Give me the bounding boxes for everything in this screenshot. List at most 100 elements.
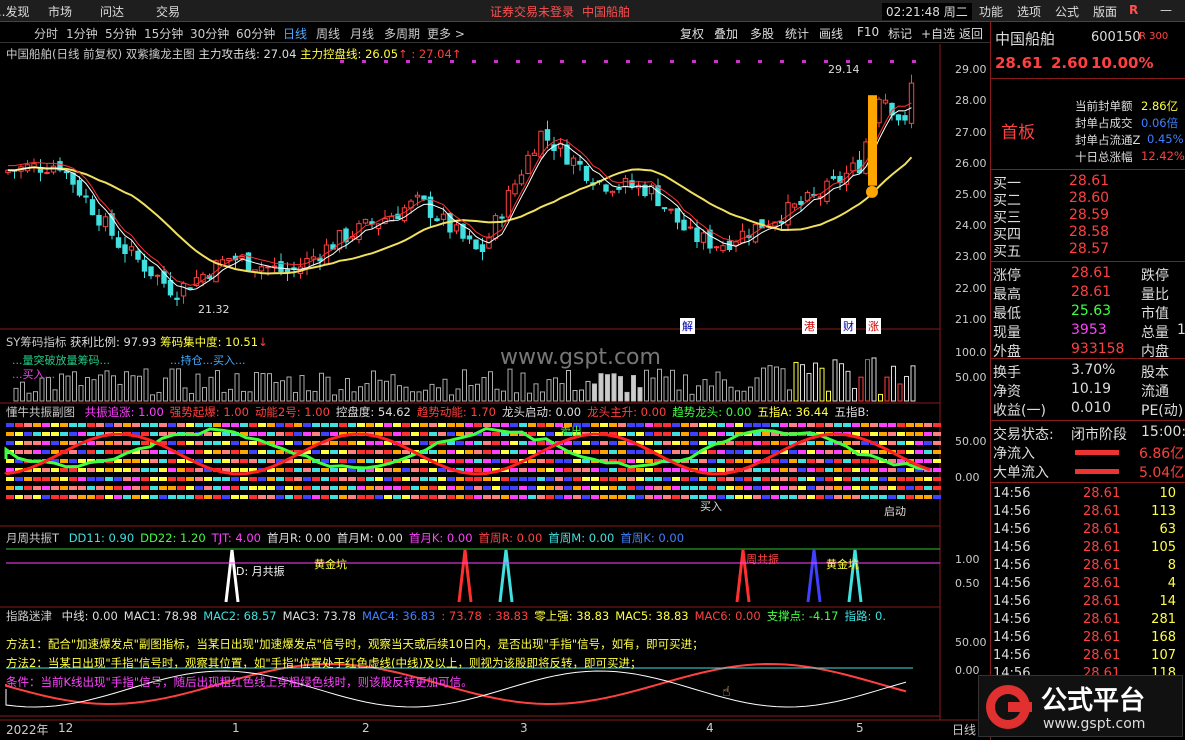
- band-cell: [834, 486, 842, 490]
- band-cell: [906, 468, 914, 472]
- band-cell: [141, 477, 149, 481]
- period-month[interactable]: 月线: [350, 25, 374, 42]
- btn-tongji[interactable]: 统计: [785, 25, 809, 42]
- band-cell: [429, 495, 437, 499]
- tick-volume: 168: [1151, 630, 1176, 645]
- marker-gang[interactable]: 港: [802, 318, 817, 334]
- candle-body: [700, 232, 707, 243]
- band-cell: [807, 468, 815, 472]
- band-cell: [231, 468, 239, 472]
- band-cell: [465, 441, 473, 445]
- period-15min[interactable]: 15分钟: [144, 25, 183, 42]
- candle-body: [421, 195, 427, 200]
- btn-zixuan[interactable]: +自选: [921, 25, 955, 42]
- period-multi[interactable]: 多周期: [384, 25, 420, 42]
- band-cell: [357, 423, 365, 427]
- band-cell: [456, 441, 464, 445]
- btn-duogu[interactable]: 多股: [750, 25, 774, 42]
- indicator-name[interactable]: 双紫擒龙主图: [126, 47, 195, 61]
- band-cell: [852, 441, 860, 445]
- band-cell: [681, 432, 689, 436]
- stat-value: 28.61: [1071, 284, 1112, 300]
- band-cell: [771, 423, 779, 427]
- band-cell: [528, 450, 536, 454]
- marker-cai[interactable]: 财: [841, 318, 856, 334]
- x-month: 3: [520, 721, 528, 735]
- candle-body: [577, 160, 583, 165]
- minimize-icon[interactable]: —: [1160, 3, 1172, 17]
- marker-jie[interactable]: 解: [680, 318, 695, 334]
- btn-huaxian[interactable]: 画线: [819, 25, 843, 42]
- band-cell: [906, 432, 914, 436]
- login-notice[interactable]: 证券交易未登录: [490, 3, 574, 20]
- tick-row: 14:56 28.61 14: [991, 594, 1185, 612]
- bid-row[interactable]: 买五 28.57: [991, 241, 1185, 260]
- monthly-title[interactable]: 月周共振T: [6, 531, 59, 545]
- control-arrow: ↑: [398, 47, 408, 61]
- period-week[interactable]: 周线: [316, 25, 340, 42]
- stat-label-2: 量比: [1141, 287, 1169, 303]
- period-day[interactable]: 日线: [283, 25, 307, 42]
- band-cell: [933, 423, 941, 427]
- band-cell: [78, 495, 86, 499]
- btn-biaoji[interactable]: 标记: [888, 25, 912, 42]
- menu-discover[interactable]: ...发现: [0, 3, 29, 20]
- band-cell: [186, 477, 194, 481]
- band-cell: [501, 459, 509, 463]
- band-cell: [276, 486, 284, 490]
- bid-row[interactable]: 买三 28.59: [991, 207, 1185, 226]
- band-cell: [798, 423, 806, 427]
- chip-bar: [176, 368, 181, 402]
- marker-zhang[interactable]: 涨: [866, 318, 881, 334]
- band-cell: [366, 441, 374, 445]
- menu-options[interactable]: 选项: [1017, 3, 1041, 20]
- btn-fuquan[interactable]: 复权: [680, 25, 704, 42]
- period-60min[interactable]: 60分钟: [236, 25, 275, 42]
- band-cell: [78, 450, 86, 454]
- btn-diejia[interactable]: 叠加: [714, 25, 738, 42]
- logo-icon: [986, 685, 1032, 729]
- chip-bar: [260, 373, 266, 402]
- bid-row[interactable]: 买四 28.58: [991, 224, 1185, 243]
- chip-bar: [572, 390, 578, 402]
- period-30min[interactable]: 30分钟: [190, 25, 229, 42]
- menu-market[interactable]: 市场: [48, 3, 72, 20]
- band-cell: [537, 459, 545, 463]
- band-cell: [348, 477, 356, 481]
- chip-bar: [299, 375, 305, 402]
- menu-bar: ...发现 市场 问达 交易 证券交易未登录 中国船舶 02:21:48 周二 …: [0, 0, 1185, 22]
- menu-function[interactable]: 功能: [979, 3, 1003, 20]
- band-cell: [843, 450, 851, 454]
- menu-formula[interactable]: 公式: [1055, 3, 1079, 20]
- macd-title[interactable]: 指路迷津: [6, 609, 52, 623]
- menu-layout[interactable]: 版面: [1093, 3, 1117, 20]
- band-cell: [600, 477, 608, 481]
- menu-trade[interactable]: 交易: [156, 3, 180, 20]
- band-cell: [816, 477, 824, 481]
- band-cell: [33, 495, 41, 499]
- band-cell: [582, 441, 590, 445]
- band-cell: [96, 486, 104, 490]
- stat2-label: 收益(一): [993, 403, 1046, 419]
- x-period-label[interactable]: 日线: [952, 721, 976, 738]
- tick-row: 14:56 28.61 8: [991, 558, 1185, 576]
- chip-title[interactable]: SY筹码指标: [6, 335, 66, 349]
- band-cell: [537, 441, 545, 445]
- bid-row[interactable]: 买一 28.61: [991, 173, 1185, 192]
- band-cell: [825, 468, 833, 472]
- candle-body: [499, 216, 505, 219]
- menu-wenda[interactable]: 问达: [100, 3, 124, 20]
- band-cell: [537, 477, 545, 481]
- dongniu-title[interactable]: 懂牛共振副图: [6, 405, 75, 419]
- period-1min[interactable]: 1分钟: [66, 25, 98, 42]
- band-cell: [501, 441, 509, 445]
- period-5min[interactable]: 5分钟: [105, 25, 137, 42]
- period-more[interactable]: 更多 >: [427, 25, 465, 42]
- band-cell: [771, 486, 779, 490]
- btn-f10[interactable]: F10: [857, 25, 879, 39]
- btn-back[interactable]: 返回: [959, 25, 983, 42]
- stat-value: 3953: [1071, 322, 1107, 338]
- band-cell: [510, 486, 518, 490]
- period-fenshi[interactable]: 分时: [34, 25, 58, 42]
- bid-row[interactable]: 买二 28.60: [991, 190, 1185, 209]
